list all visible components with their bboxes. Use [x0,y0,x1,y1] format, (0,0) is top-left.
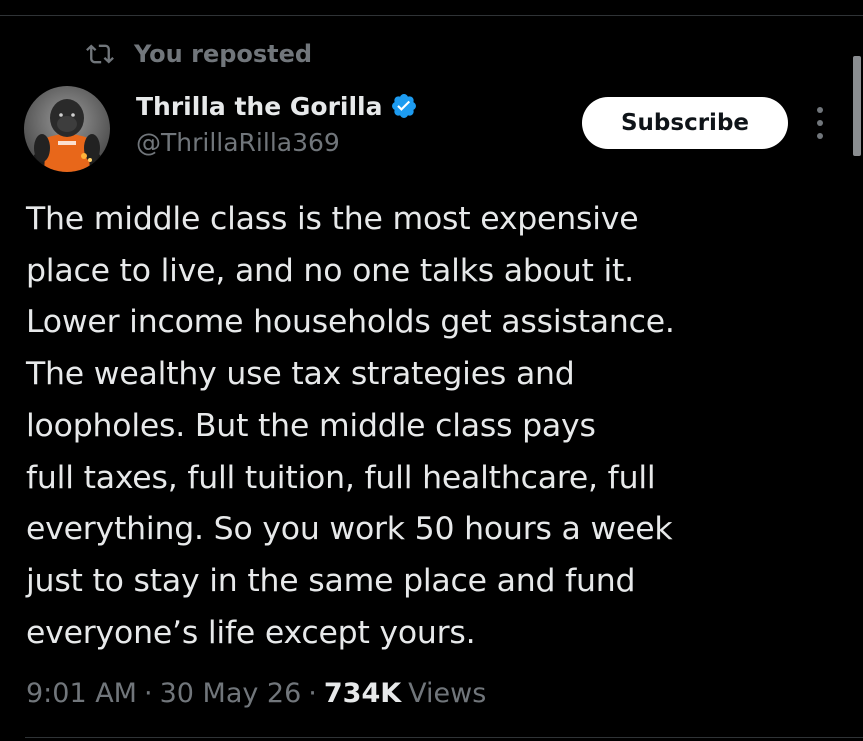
scrollbar[interactable] [853,56,861,156]
repost-indicator: You reposted [86,36,312,72]
more-dot [817,120,823,126]
post-text: The middle class is the most expensive p… [26,201,675,651]
avatar[interactable] [24,86,110,172]
more-vertical-icon[interactable] [810,103,830,143]
meta-separator: · [143,677,153,709]
more-dot [817,133,823,139]
views-count[interactable]: 734K [324,678,401,709]
subscribe-button[interactable]: Subscribe [582,97,788,149]
top-divider [0,15,863,16]
post-date[interactable]: 30 May 26 [160,678,302,709]
repost-label: You reposted [134,40,313,68]
display-name[interactable]: Thrilla the Gorilla [136,92,382,121]
post-time[interactable]: 9:01 AM [26,678,137,709]
repost-icon [86,40,114,68]
more-dot [817,107,823,113]
author-handle[interactable]: @ThrillaRilla369 [136,128,340,157]
meta-separator: · [308,677,317,709]
verified-badge-icon[interactable] [390,92,418,120]
author-name-row[interactable]: Thrilla the Gorilla [136,86,418,126]
post-meta: 9:01 AM · 30 May 26 · 734K Views [26,672,486,714]
views-label: Views [408,677,487,709]
bottom-divider [25,737,863,738]
